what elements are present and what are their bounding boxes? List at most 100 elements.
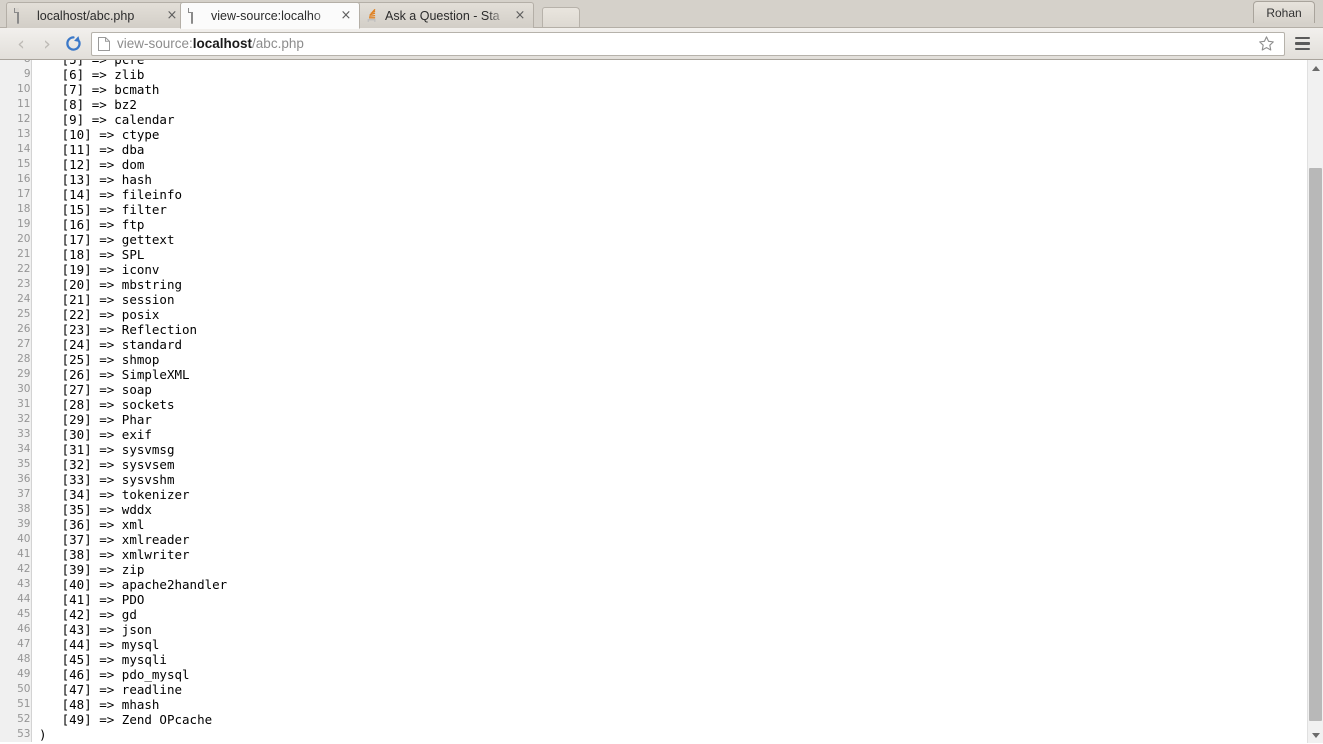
url-scheme: view-source:: [117, 36, 193, 51]
line-number[interactable]: 43: [0, 577, 32, 592]
line-number[interactable]: 44: [0, 592, 32, 607]
line-number[interactable]: 30: [0, 382, 32, 397]
address-bar[interactable]: view-source:localhost/abc.php: [91, 31, 1285, 56]
profile-button[interactable]: Rohan: [1253, 1, 1315, 23]
line-number[interactable]: 26: [0, 322, 32, 337]
line-number[interactable]: 34: [0, 442, 32, 457]
line-number[interactable]: 37: [0, 487, 32, 502]
line-content: [49] => Zend OPcache: [31, 712, 213, 727]
line-number[interactable]: 14: [0, 142, 32, 157]
browser-tab-1-title: localhost/abc.php: [37, 8, 135, 23]
view-source-content: 8 [5] => pcre9 [6] => zlib10 [7] => bcma…: [0, 60, 1323, 743]
address-bar-url[interactable]: view-source:localhost/abc.php: [117, 36, 1254, 51]
line-number[interactable]: 29: [0, 367, 32, 382]
line-content: [26] => SimpleXML: [31, 367, 190, 382]
source-line: 11 [8] => bz2: [0, 97, 227, 112]
scrollbar-thumb[interactable]: [1309, 168, 1322, 721]
line-number[interactable]: 27: [0, 337, 32, 352]
line-number[interactable]: 16: [0, 172, 32, 187]
scroll-up-arrow-icon[interactable]: [1308, 60, 1323, 76]
new-tab-button[interactable]: [542, 7, 580, 27]
line-number[interactable]: 32: [0, 412, 32, 427]
line-content: [48] => mhash: [31, 697, 160, 712]
line-content: [39] => zip: [31, 562, 145, 577]
line-content: [17] => gettext: [31, 232, 175, 247]
source-line: 25 [22] => posix: [0, 307, 227, 322]
line-number[interactable]: 49: [0, 667, 32, 682]
source-line: 49 [46] => pdo_mysql: [0, 667, 227, 682]
line-number[interactable]: 11: [0, 97, 32, 112]
source-line: 31 [28] => sockets: [0, 397, 227, 412]
source-line: 24 [21] => session: [0, 292, 227, 307]
line-number[interactable]: 39: [0, 517, 32, 532]
browser-tab-3-title: Ask a Question - Sta: [385, 8, 500, 23]
line-number[interactable]: 17: [0, 187, 32, 202]
line-number[interactable]: 10: [0, 82, 32, 97]
line-number[interactable]: 12: [0, 112, 32, 127]
line-number[interactable]: 20: [0, 232, 32, 247]
reload-button[interactable]: [60, 31, 86, 57]
close-icon[interactable]: ×: [339, 9, 353, 23]
line-number[interactable]: 53: [0, 727, 32, 742]
source-line: 10 [7] => bcmath: [0, 82, 227, 97]
line-number[interactable]: 35: [0, 457, 32, 472]
browser-chrome: localhost/abc.php × view-source:localho …: [0, 0, 1323, 60]
url-host: localhost: [192, 36, 253, 51]
line-number[interactable]: 9: [0, 67, 32, 82]
line-number[interactable]: 33: [0, 427, 32, 442]
line-number[interactable]: 40: [0, 532, 32, 547]
line-content: [19] => iconv: [31, 262, 160, 277]
line-number[interactable]: 28: [0, 352, 32, 367]
line-content: [14] => fileinfo: [31, 187, 183, 202]
close-icon[interactable]: ×: [165, 9, 179, 23]
line-number[interactable]: 50: [0, 682, 32, 697]
forward-button[interactable]: ›: [34, 31, 60, 57]
page-document-icon: [98, 36, 110, 51]
line-content: [44] => mysql: [31, 637, 160, 652]
line-number[interactable]: 23: [0, 277, 32, 292]
line-number[interactable]: 31: [0, 397, 32, 412]
line-content: [41] => PDO: [31, 592, 145, 607]
source-line: 53 ): [0, 727, 227, 742]
source-line: 18 [15] => filter: [0, 202, 227, 217]
line-content: [31] => sysvmsg: [31, 442, 175, 457]
line-content: [32] => sysvsem: [31, 457, 175, 472]
line-number[interactable]: 25: [0, 307, 32, 322]
browser-tab-1[interactable]: localhost/abc.php ×: [6, 2, 186, 28]
line-number[interactable]: 36: [0, 472, 32, 487]
hamburger-menu-icon[interactable]: [1289, 31, 1315, 57]
line-number[interactable]: 47: [0, 637, 32, 652]
line-number[interactable]: 38: [0, 502, 32, 517]
document-icon: [17, 7, 30, 24]
line-number[interactable]: 42: [0, 562, 32, 577]
source-line: 51 [48] => mhash: [0, 697, 227, 712]
line-number[interactable]: 8: [0, 60, 32, 67]
scroll-down-arrow-icon[interactable]: [1308, 727, 1323, 743]
close-icon[interactable]: ×: [513, 9, 527, 23]
source-code-viewer[interactable]: 8 [5] => pcre9 [6] => zlib10 [7] => bcma…: [0, 60, 1307, 743]
line-number[interactable]: 45: [0, 607, 32, 622]
vertical-scrollbar[interactable]: [1307, 60, 1323, 743]
line-number[interactable]: 46: [0, 622, 32, 637]
line-number[interactable]: 15: [0, 157, 32, 172]
browser-tab-2[interactable]: view-source:localho ×: [180, 2, 360, 29]
line-number[interactable]: 19: [0, 217, 32, 232]
line-number[interactable]: 18: [0, 202, 32, 217]
line-number[interactable]: 52: [0, 712, 32, 727]
line-number[interactable]: 13: [0, 127, 32, 142]
document-icon: [191, 7, 204, 24]
line-number[interactable]: 48: [0, 652, 32, 667]
back-button[interactable]: ‹: [8, 31, 34, 57]
line-number[interactable]: 22: [0, 262, 32, 277]
browser-tab-3[interactable]: Ask a Question - Sta ×: [354, 2, 534, 28]
line-content: [35] => wddx: [31, 502, 152, 517]
source-line: 37 [34] => tokenizer: [0, 487, 227, 502]
line-content: [18] => SPL: [31, 247, 145, 262]
line-number[interactable]: 21: [0, 247, 32, 262]
bookmark-star-icon[interactable]: [1254, 32, 1278, 56]
line-number[interactable]: 51: [0, 697, 32, 712]
source-line: 48 [45] => mysqli: [0, 652, 227, 667]
line-content: [29] => Phar: [31, 412, 152, 427]
line-number[interactable]: 41: [0, 547, 32, 562]
line-number[interactable]: 24: [0, 292, 32, 307]
